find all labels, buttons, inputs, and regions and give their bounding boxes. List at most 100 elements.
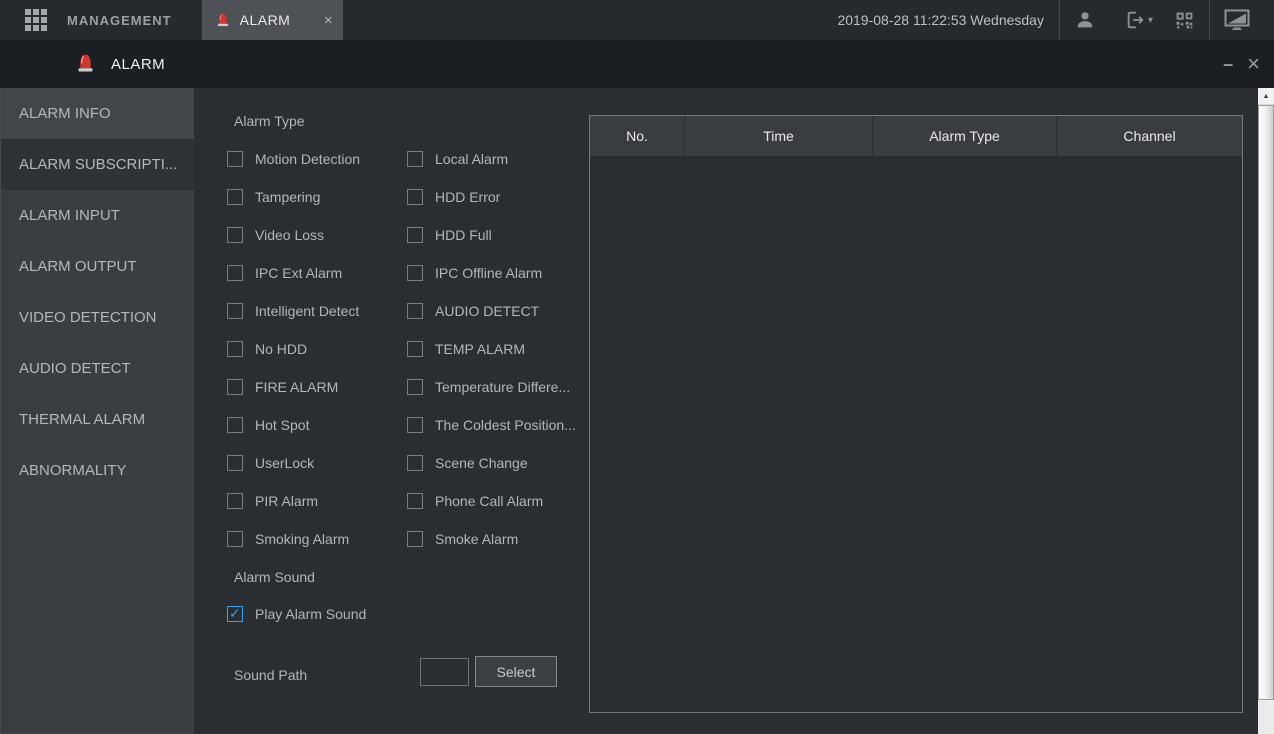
alarm-type-checkbox[interactable]: ✓ PIR Alarm bbox=[227, 492, 407, 510]
sidebar-item-label: ABNORMALITY bbox=[19, 462, 127, 479]
alarm-type-checkbox[interactable]: ✓ HDD Error bbox=[407, 188, 617, 206]
management-menu[interactable]: MANAGEMENT bbox=[67, 13, 172, 28]
checkbox-label: TEMP ALARM bbox=[435, 341, 525, 357]
table-column-header[interactable]: Time bbox=[685, 116, 873, 156]
alarm-type-checkbox[interactable]: ✓ FIRE ALARM bbox=[227, 378, 407, 396]
table-column-header[interactable]: Channel bbox=[1057, 116, 1242, 156]
alarm-type-checkbox[interactable]: ✓ Video Loss bbox=[227, 226, 407, 244]
alarm-type-label: Alarm Type bbox=[234, 113, 305, 129]
tab-alarm-label: ALARM bbox=[239, 12, 291, 28]
alarm-type-checkbox[interactable]: ✓ The Coldest Position... bbox=[407, 416, 617, 434]
alarm-type-checkbox[interactable]: ✓ Intelligent Detect bbox=[227, 302, 407, 320]
table-column-header[interactable]: No. bbox=[590, 116, 685, 156]
check-icon: ✓ bbox=[229, 605, 241, 621]
checkbox-label: The Coldest Position... bbox=[435, 417, 576, 433]
tab-alarm[interactable]: ALARM × bbox=[201, 0, 343, 40]
checkbox-box[interactable]: ✓ bbox=[407, 493, 423, 509]
checkbox-box[interactable]: ✓ bbox=[407, 341, 423, 357]
checkbox-label: Phone Call Alarm bbox=[435, 493, 544, 509]
sidebar-item[interactable]: ALARM INFO bbox=[1, 88, 194, 139]
sidebar-item[interactable]: ALARM SUBSCRIPTI... bbox=[1, 139, 194, 190]
alarm-type-checkbox[interactable]: ✓ Temperature Differe... bbox=[407, 378, 617, 396]
topbar-right: 2019-08-28 11:22:53 Wednesday ▾ bbox=[837, 0, 1274, 40]
checkbox-label: HDD Error bbox=[435, 189, 501, 205]
alarm-type-checkbox[interactable]: ✓ Tampering bbox=[227, 188, 407, 206]
checkbox-label: Scene Change bbox=[435, 455, 528, 471]
tab-close-icon[interactable]: × bbox=[324, 13, 333, 28]
checkbox-box[interactable]: ✓ bbox=[227, 379, 243, 395]
caret-down-icon[interactable]: ▾ bbox=[1148, 15, 1153, 26]
checkbox-label: Smoking Alarm bbox=[255, 531, 350, 547]
checkbox-box[interactable]: ✓ bbox=[407, 151, 423, 167]
checkbox-box[interactable]: ✓ bbox=[227, 303, 243, 319]
sound-path-label: Sound Path bbox=[234, 667, 308, 683]
select-sound-button[interactable]: Select bbox=[475, 656, 557, 687]
alarm-type-checkbox[interactable]: ✓ TEMP ALARM bbox=[407, 340, 617, 358]
checkbox-label: HDD Full bbox=[435, 227, 492, 243]
sidebar-item[interactable]: ALARM OUTPUT bbox=[1, 241, 194, 292]
sidebar-item[interactable]: ALARM INPUT bbox=[1, 190, 194, 241]
scrollbar-thumb[interactable] bbox=[1258, 105, 1274, 700]
alarm-type-checkbox[interactable]: ✓ Motion Detection bbox=[227, 150, 407, 168]
alarm-type-checkbox[interactable]: ✓ HDD Full bbox=[407, 226, 617, 244]
sidebar-item[interactable]: AUDIO DETECT bbox=[1, 343, 194, 394]
checkbox-box[interactable]: ✓ bbox=[227, 417, 243, 433]
alarm-type-checkbox[interactable]: ✓ Smoking Alarm bbox=[227, 530, 407, 548]
checkbox-label: Hot Spot bbox=[255, 417, 310, 433]
checkbox-box[interactable]: ✓ bbox=[227, 341, 243, 357]
alarm-type-checkbox[interactable]: ✓ Smoke Alarm bbox=[407, 530, 617, 548]
sidebar-item[interactable]: ABNORMALITY bbox=[1, 445, 194, 496]
apps-grid-icon[interactable] bbox=[25, 9, 47, 31]
qr-code-icon[interactable] bbox=[1159, 10, 1209, 31]
checkbox-label: IPC Offline Alarm bbox=[435, 265, 543, 281]
checkbox-box[interactable]: ✓ bbox=[227, 227, 243, 243]
checkbox-box[interactable]: ✓ bbox=[407, 189, 423, 205]
checkbox-box[interactable]: ✓ bbox=[407, 227, 423, 243]
top-tab-bar: MANAGEMENT ALARM × 2019-08-28 11:22:53 W… bbox=[0, 0, 1274, 40]
alarm-type-grid: ✓ Motion Detection ✓ Local Alarm ✓ Tampe… bbox=[227, 150, 617, 548]
table-body bbox=[590, 156, 1242, 712]
checkbox-label: Tampering bbox=[255, 189, 321, 205]
local-monitor-icon[interactable] bbox=[1210, 8, 1264, 32]
alarm-type-checkbox[interactable]: ✓ UserLock bbox=[227, 454, 407, 472]
checkbox-label: Motion Detection bbox=[255, 151, 361, 167]
close-button[interactable]: × bbox=[1247, 53, 1260, 75]
checkbox-box[interactable]: ✓ bbox=[407, 265, 423, 281]
sound-path-input[interactable] bbox=[420, 658, 469, 686]
checkbox-box[interactable]: ✓ bbox=[407, 455, 423, 471]
checkbox-box[interactable]: ✓ bbox=[407, 379, 423, 395]
sidebar-item[interactable]: VIDEO DETECTION bbox=[1, 292, 194, 343]
alarm-type-checkbox[interactable]: ✓ Phone Call Alarm bbox=[407, 492, 617, 510]
alarm-type-checkbox[interactable]: ✓ AUDIO DETECT bbox=[407, 302, 617, 320]
table-column-header[interactable]: Alarm Type bbox=[873, 116, 1057, 156]
sidebar-item[interactable]: THERMAL ALARM bbox=[1, 394, 194, 445]
checkbox-label: Play Alarm Sound bbox=[255, 606, 367, 622]
alarm-type-checkbox[interactable]: ✓ IPC Offline Alarm bbox=[407, 264, 617, 282]
play-alarm-sound-checkbox[interactable]: ✓ Play Alarm Sound bbox=[227, 605, 366, 623]
checkbox-box[interactable]: ✓ bbox=[407, 531, 423, 547]
checkbox-box[interactable]: ✓ bbox=[227, 151, 243, 167]
alarm-type-checkbox[interactable]: ✓ Scene Change bbox=[407, 454, 617, 472]
checkbox-box[interactable]: ✓ bbox=[407, 417, 423, 433]
alarm-type-checkbox[interactable]: ✓ Hot Spot bbox=[227, 416, 407, 434]
checkbox-label: AUDIO DETECT bbox=[435, 303, 540, 319]
checkbox-box[interactable]: ✓ bbox=[227, 493, 243, 509]
checkbox-box[interactable]: ✓ bbox=[227, 455, 243, 471]
checkbox-label: UserLock bbox=[255, 455, 315, 471]
scroll-up-arrow-icon[interactable]: ▲ bbox=[1258, 88, 1274, 105]
checkbox-box[interactable]: ✓ bbox=[407, 303, 423, 319]
checkbox-box[interactable]: ✓ bbox=[227, 189, 243, 205]
alarm-type-checkbox[interactable]: ✓ IPC Ext Alarm bbox=[227, 264, 407, 282]
user-icon[interactable] bbox=[1060, 9, 1110, 31]
checkbox-box[interactable]: ✓ bbox=[227, 265, 243, 281]
vertical-scrollbar[interactable]: ▲ bbox=[1258, 88, 1274, 734]
content-area: Alarm Type ✓ Motion Detection ✓ Local Al… bbox=[194, 88, 1274, 734]
alarm-type-checkbox[interactable]: ✓ Local Alarm bbox=[407, 150, 617, 168]
checkbox-label: No HDD bbox=[255, 341, 308, 357]
minimize-button[interactable]: – bbox=[1223, 55, 1233, 73]
table-header-row: No. Time Alarm Type Channel bbox=[590, 116, 1242, 156]
sidebar-item-label: THERMAL ALARM bbox=[19, 411, 146, 428]
alarm-type-checkbox[interactable]: ✓ No HDD bbox=[227, 340, 407, 358]
checkbox-box[interactable]: ✓ bbox=[227, 605, 243, 622]
checkbox-box[interactable]: ✓ bbox=[227, 531, 243, 547]
